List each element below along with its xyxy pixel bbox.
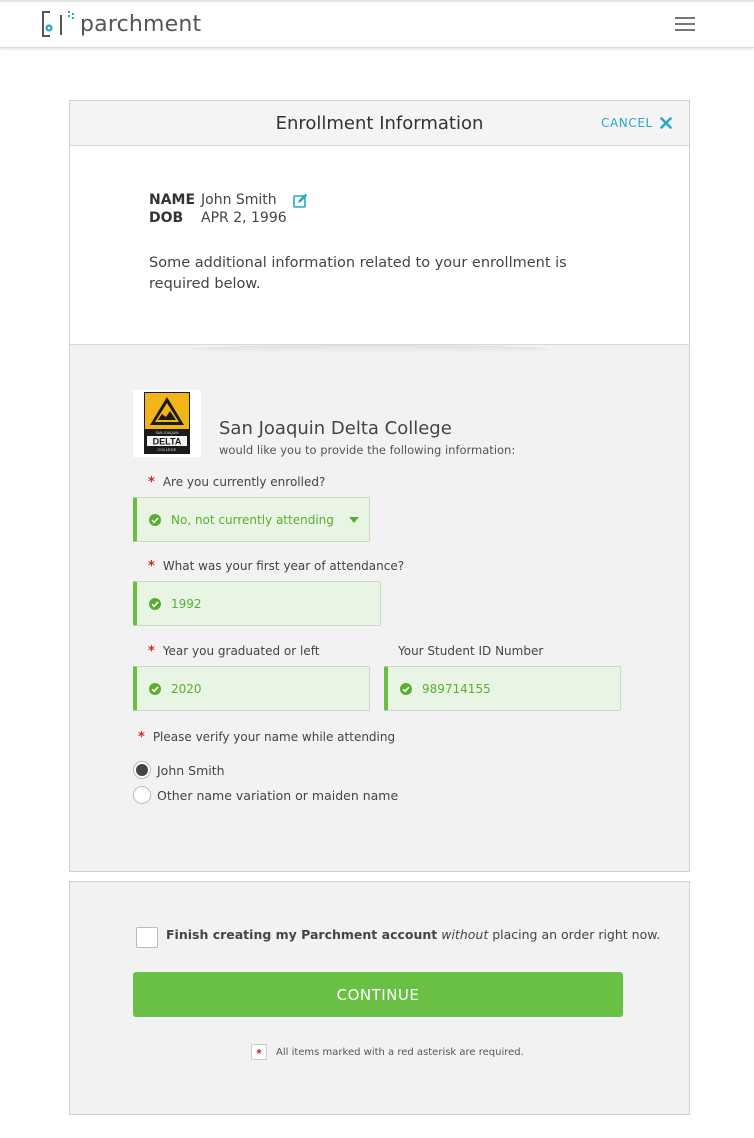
name-row: NAME John Smith bbox=[149, 191, 308, 209]
card-header: Enrollment Information CANCEL bbox=[70, 101, 689, 146]
check-circle-icon bbox=[149, 597, 161, 610]
top-nav-bar: parchment bbox=[0, 0, 754, 48]
check-circle-icon bbox=[149, 682, 161, 695]
required-note-text: All items marked with a red asterisk are… bbox=[276, 1046, 524, 1058]
student-id-value: 989714155 bbox=[422, 681, 491, 696]
required-asterisk: * bbox=[148, 559, 155, 574]
radio-button-selected[interactable] bbox=[133, 761, 151, 779]
logo-text: parchment bbox=[80, 11, 202, 37]
required-asterisk-box: * bbox=[251, 1044, 267, 1060]
menu-line bbox=[675, 17, 695, 19]
section-shadow bbox=[190, 345, 550, 353]
radio-option-other-name[interactable]: Other name variation or maiden name bbox=[133, 786, 398, 804]
student-info: NAME John Smith DOB APR 2, 1996 bbox=[149, 191, 308, 227]
check-circle-icon bbox=[149, 513, 161, 526]
grad-year-question: * Year you graduated or left bbox=[148, 644, 319, 659]
chevron-down-icon bbox=[349, 517, 359, 523]
student-id-question: Your Student ID Number bbox=[398, 644, 543, 658]
enrollment-card: Enrollment Information CANCEL NAME John … bbox=[69, 100, 690, 872]
check-circle-icon bbox=[400, 682, 412, 695]
close-icon bbox=[660, 117, 672, 129]
dob-label: DOB bbox=[149, 210, 184, 226]
radio-button[interactable] bbox=[133, 786, 151, 804]
finish-italic-text: without bbox=[441, 927, 489, 942]
logo-main-text: DELTA bbox=[153, 437, 182, 447]
enrolled-question: * Are you currently enrolled? bbox=[148, 475, 325, 490]
hamburger-menu-icon[interactable] bbox=[672, 14, 698, 34]
first-year-question: * What was your first year of attendance? bbox=[148, 559, 404, 574]
logo-top-text: SAN JOAQUIN bbox=[156, 431, 180, 435]
enrolled-label: Are you currently enrolled? bbox=[162, 475, 326, 489]
college-subtitle: would like you to provide the following … bbox=[219, 443, 516, 457]
college-logo: SAN JOAQUIN DELTA COLLEGE bbox=[133, 390, 201, 457]
first-year-input[interactable]: 1992 bbox=[133, 581, 381, 626]
student-dob: APR 2, 1996 bbox=[201, 210, 287, 226]
top-edge-line bbox=[0, 0, 754, 2]
required-note: * All items marked with a red asterisk a… bbox=[251, 1044, 524, 1060]
radio-dot bbox=[136, 764, 148, 776]
college-name: San Joaquin Delta College bbox=[219, 418, 452, 439]
continue-button[interactable]: CONTINUE bbox=[133, 972, 623, 1017]
menu-line bbox=[675, 23, 695, 25]
verify-name-question: * Please verify your name while attending bbox=[138, 730, 395, 745]
continue-card: Finish creating my Parchment account wit… bbox=[69, 881, 690, 1115]
student-id-input[interactable]: 989714155 bbox=[384, 666, 621, 711]
enrolled-value: No, not currently attending bbox=[171, 512, 334, 527]
dob-row: DOB APR 2, 1996 bbox=[149, 209, 308, 227]
finish-account-checkbox[interactable] bbox=[136, 927, 158, 948]
page-title: Enrollment Information bbox=[275, 113, 484, 134]
student-name: John Smith bbox=[201, 192, 277, 208]
logo-bottom-text: COLLEGE bbox=[158, 447, 177, 452]
first-year-label: What was your first year of attendance? bbox=[162, 559, 405, 573]
finish-bold-text: Finish creating my Parchment account bbox=[166, 927, 438, 942]
required-asterisk: * bbox=[148, 475, 155, 490]
grad-year-label: Year you graduated or left bbox=[162, 644, 320, 658]
radio-label: Other name variation or maiden name bbox=[157, 787, 399, 803]
cancel-button[interactable]: CANCEL bbox=[601, 116, 672, 130]
menu-line bbox=[675, 29, 695, 31]
enrolled-select[interactable]: No, not currently attending bbox=[133, 497, 370, 542]
college-form-section: SAN JOAQUIN DELTA COLLEGE San Joaquin De… bbox=[70, 344, 689, 871]
parchment-logo[interactable]: parchment bbox=[42, 10, 201, 38]
cancel-label: CANCEL bbox=[601, 116, 653, 130]
required-asterisk: * bbox=[148, 644, 155, 659]
radio-label: John Smith bbox=[157, 762, 225, 778]
grad-year-value: 2020 bbox=[171, 681, 202, 696]
radio-option-john-smith[interactable]: John Smith bbox=[133, 761, 225, 779]
student-id-label: Your Student ID Number bbox=[398, 644, 544, 658]
finish-rest-text: placing an order right now. bbox=[492, 927, 661, 942]
finish-account-label: Finish creating my Parchment account wit… bbox=[166, 927, 660, 942]
verify-name-label: Please verify your name while attending bbox=[152, 730, 396, 744]
edit-icon[interactable] bbox=[292, 193, 308, 208]
name-label: NAME bbox=[149, 192, 196, 208]
required-asterisk: * bbox=[138, 730, 145, 745]
first-year-value: 1992 bbox=[171, 596, 202, 611]
info-note: Some additional information related to y… bbox=[149, 255, 567, 292]
grad-year-input[interactable]: 2020 bbox=[133, 666, 370, 711]
parchment-logo-icon bbox=[42, 11, 74, 37]
